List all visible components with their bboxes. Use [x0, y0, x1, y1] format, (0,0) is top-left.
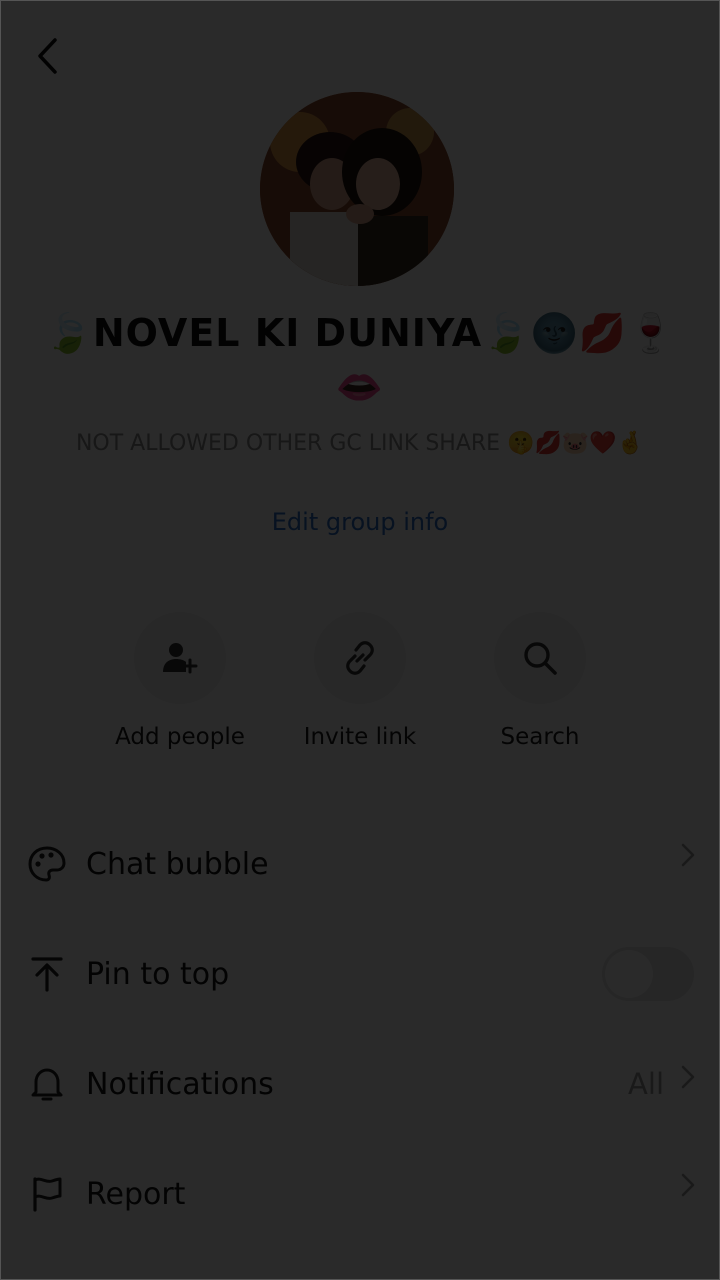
group-name: 🍃NOVEL KI DUNIYA🍃🌚💋🍷👄 [44, 311, 676, 409]
flag-icon [26, 1173, 68, 1215]
search-label: Search [500, 724, 580, 750]
notifications-value: All [628, 1067, 664, 1101]
notifications-label: Notifications [86, 1066, 274, 1102]
pin-to-top-toggle[interactable] [602, 947, 694, 1001]
chevron-right-icon [678, 840, 698, 870]
back-button[interactable] [24, 32, 72, 80]
search-circle [494, 612, 586, 704]
chevron-right-icon [678, 1170, 698, 1200]
invite-link-label: Invite link [303, 724, 417, 750]
pin-to-top-label: Pin to top [86, 956, 230, 992]
add-people-button[interactable]: Add people [90, 612, 270, 750]
invite-link-circle [314, 612, 406, 704]
report-row[interactable]: Report [0, 1146, 720, 1242]
toggle-knob [605, 950, 653, 998]
notifications-row[interactable]: Notifications All [0, 1036, 720, 1132]
group-info-screen: 🍃NOVEL KI DUNIYA🍃🌚💋🍷👄 NOT ALLOWED OTHER … [0, 0, 720, 1280]
chat-bubble-label: Chat bubble [86, 846, 269, 882]
link-icon [346, 641, 374, 675]
group-avatar[interactable] [260, 92, 454, 286]
chevron-left-icon [38, 38, 57, 74]
palette-icon [26, 843, 68, 885]
add-people-label: Add people [115, 724, 245, 750]
group-description: NOT ALLOWED OTHER GC LINK SHARE 🤫💋🐷❤️🤞 [75, 431, 645, 456]
edit-group-info-link[interactable]: Edit group info [160, 508, 560, 536]
chat-bubble-row[interactable]: Chat bubble [0, 816, 720, 912]
pin-to-top-row: Pin to top [0, 926, 720, 1022]
search-button[interactable]: Search [450, 612, 630, 750]
chevron-right-icon [678, 1062, 698, 1092]
pin-top-icon [26, 953, 68, 995]
avatar-photo [260, 92, 454, 286]
bell-icon [26, 1063, 68, 1105]
report-label: Report [86, 1176, 186, 1212]
add-people-circle [134, 612, 226, 704]
add-person-icon [163, 643, 198, 674]
search-icon [524, 642, 557, 675]
invite-link-button[interactable]: Invite link [270, 612, 450, 750]
